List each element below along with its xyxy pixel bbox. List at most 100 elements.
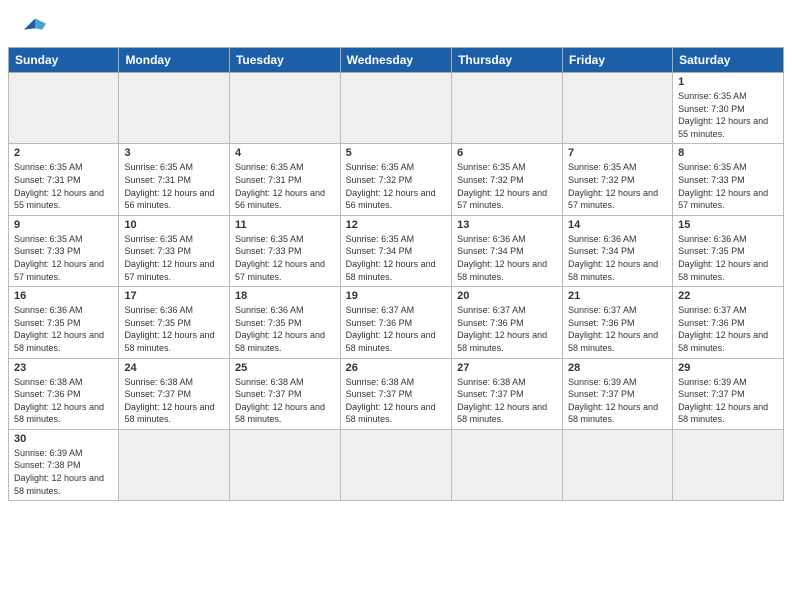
calendar-day: 1 Sunrise: 6:35 AMSunset: 7:30 PMDaylight… xyxy=(673,73,784,144)
calendar-day xyxy=(563,429,673,500)
calendar-day: 19 Sunrise: 6:37 AMSunset: 7:36 PMDayligh… xyxy=(340,287,451,358)
day-number: 1 xyxy=(678,76,778,88)
calendar-wrapper: SundayMondayTuesdayWednesdayThursdayFrid… xyxy=(0,47,792,509)
calendar-week-row: 2 Sunrise: 6:35 AMSunset: 7:31 PMDaylight… xyxy=(9,144,784,215)
day-number: 10 xyxy=(124,219,224,231)
day-number: 9 xyxy=(14,219,113,231)
day-detail: Sunrise: 6:39 AMSunset: 7:37 PMDaylight:… xyxy=(568,376,667,426)
calendar-day: 27 Sunrise: 6:38 AMSunset: 7:37 PMDayligh… xyxy=(452,358,563,429)
day-number: 4 xyxy=(235,147,335,159)
calendar-day: 28 Sunrise: 6:39 AMSunset: 7:37 PMDayligh… xyxy=(563,358,673,429)
calendar-day xyxy=(673,429,784,500)
calendar-day: 13 Sunrise: 6:36 AMSunset: 7:34 PMDayligh… xyxy=(452,215,563,286)
day-number: 12 xyxy=(346,219,446,231)
day-detail: Sunrise: 6:39 AMSunset: 7:37 PMDaylight:… xyxy=(678,376,778,426)
day-detail: Sunrise: 6:35 AMSunset: 7:33 PMDaylight:… xyxy=(14,233,113,283)
day-detail: Sunrise: 6:37 AMSunset: 7:36 PMDaylight:… xyxy=(457,304,557,354)
calendar-day: 23Sunrise: 6:38 AMSunset: 7:36 PMDayligh… xyxy=(9,358,119,429)
calendar-day: 30 Sunrise: 6:39 AMSunset: 7:38 PMDayligh… xyxy=(9,429,119,500)
day-detail: Sunrise: 6:35 AMSunset: 7:34 PMDaylight:… xyxy=(346,233,446,283)
calendar-day: 16 Sunrise: 6:36 AMSunset: 7:35 PMDayligh… xyxy=(9,287,119,358)
column-header-friday: Friday xyxy=(563,48,673,73)
calendar-day xyxy=(452,73,563,144)
day-detail: Sunrise: 6:35 AMSunset: 7:31 PMDaylight:… xyxy=(14,161,113,211)
calendar-day xyxy=(119,73,230,144)
day-detail: Sunrise: 6:35 AMSunset: 7:30 PMDaylight:… xyxy=(678,90,778,140)
calendar-day: 9 Sunrise: 6:35 AMSunset: 7:33 PMDaylight… xyxy=(9,215,119,286)
day-detail: Sunrise: 6:35 AMSunset: 7:33 PMDaylight:… xyxy=(124,233,224,283)
day-detail: Sunrise: 6:36 AMSunset: 7:34 PMDaylight:… xyxy=(568,233,667,283)
logo xyxy=(20,15,54,37)
day-number: 17 xyxy=(124,290,224,302)
day-detail: Sunrise: 6:35 AMSunset: 7:32 PMDaylight:… xyxy=(346,161,446,211)
day-number: 3 xyxy=(124,147,224,159)
day-detail: Sunrise: 6:38 AMSunset: 7:37 PMDaylight:… xyxy=(124,376,224,426)
day-number: 7 xyxy=(568,147,667,159)
column-header-monday: Monday xyxy=(119,48,230,73)
calendar-day: 20Sunrise: 6:37 AMSunset: 7:36 PMDayligh… xyxy=(452,287,563,358)
calendar-day xyxy=(229,73,340,144)
day-number: 21 xyxy=(568,290,667,302)
day-detail: Sunrise: 6:38 AMSunset: 7:36 PMDaylight:… xyxy=(14,376,113,426)
day-number: 19 xyxy=(346,290,446,302)
day-number: 6 xyxy=(457,147,557,159)
day-number: 2 xyxy=(14,147,113,159)
calendar-day xyxy=(563,73,673,144)
day-detail: Sunrise: 6:38 AMSunset: 7:37 PMDaylight:… xyxy=(457,376,557,426)
calendar-day xyxy=(9,73,119,144)
day-number: 16 xyxy=(14,290,113,302)
day-number: 15 xyxy=(678,219,778,231)
day-number: 28 xyxy=(568,362,667,374)
day-number: 22 xyxy=(678,290,778,302)
day-detail: Sunrise: 6:37 AMSunset: 7:36 PMDaylight:… xyxy=(568,304,667,354)
calendar-day: 24 Sunrise: 6:38 AMSunset: 7:37 PMDayligh… xyxy=(119,358,230,429)
calendar-week-row: 23Sunrise: 6:38 AMSunset: 7:36 PMDayligh… xyxy=(9,358,784,429)
day-detail: Sunrise: 6:35 AMSunset: 7:31 PMDaylight:… xyxy=(124,161,224,211)
calendar-day xyxy=(119,429,230,500)
day-detail: Sunrise: 6:36 AMSunset: 7:35 PMDaylight:… xyxy=(14,304,113,354)
day-number: 8 xyxy=(678,147,778,159)
day-detail: Sunrise: 6:38 AMSunset: 7:37 PMDaylight:… xyxy=(346,376,446,426)
column-header-wednesday: Wednesday xyxy=(340,48,451,73)
calendar-day xyxy=(229,429,340,500)
column-header-sunday: Sunday xyxy=(9,48,119,73)
calendar-day: 3 Sunrise: 6:35 AMSunset: 7:31 PMDaylight… xyxy=(119,144,230,215)
day-detail: Sunrise: 6:35 AMSunset: 7:32 PMDaylight:… xyxy=(568,161,667,211)
day-number: 27 xyxy=(457,362,557,374)
calendar-day: 15 Sunrise: 6:36 AMSunset: 7:35 PMDayligh… xyxy=(673,215,784,286)
column-header-tuesday: Tuesday xyxy=(229,48,340,73)
day-detail: Sunrise: 6:35 AMSunset: 7:33 PMDaylight:… xyxy=(235,233,335,283)
day-detail: Sunrise: 6:36 AMSunset: 7:35 PMDaylight:… xyxy=(678,233,778,283)
day-detail: Sunrise: 6:37 AMSunset: 7:36 PMDaylight:… xyxy=(346,304,446,354)
day-number: 5 xyxy=(346,147,446,159)
calendar-day xyxy=(340,73,451,144)
day-number: 13 xyxy=(457,219,557,231)
calendar-day: 12 Sunrise: 6:35 AMSunset: 7:34 PMDayligh… xyxy=(340,215,451,286)
calendar-week-row: 1 Sunrise: 6:35 AMSunset: 7:30 PMDaylight… xyxy=(9,73,784,144)
calendar-day: 22 Sunrise: 6:37 AMSunset: 7:36 PMDayligh… xyxy=(673,287,784,358)
calendar-day: 29Sunrise: 6:39 AMSunset: 7:37 PMDayligh… xyxy=(673,358,784,429)
day-number: 11 xyxy=(235,219,335,231)
day-number: 30 xyxy=(14,433,113,445)
day-detail: Sunrise: 6:36 AMSunset: 7:34 PMDaylight:… xyxy=(457,233,557,283)
day-number: 18 xyxy=(235,290,335,302)
day-number: 24 xyxy=(124,362,224,374)
day-number: 26 xyxy=(346,362,446,374)
day-number: 14 xyxy=(568,219,667,231)
calendar-day: 25Sunrise: 6:38 AMSunset: 7:37 PMDayligh… xyxy=(229,358,340,429)
calendar-day: 2 Sunrise: 6:35 AMSunset: 7:31 PMDaylight… xyxy=(9,144,119,215)
day-detail: Sunrise: 6:36 AMSunset: 7:35 PMDaylight:… xyxy=(235,304,335,354)
day-detail: Sunrise: 6:37 AMSunset: 7:36 PMDaylight:… xyxy=(678,304,778,354)
calendar-day: 18 Sunrise: 6:36 AMSunset: 7:35 PMDayligh… xyxy=(229,287,340,358)
calendar-week-row: 9 Sunrise: 6:35 AMSunset: 7:33 PMDaylight… xyxy=(9,215,784,286)
calendar-day: 6 Sunrise: 6:35 AMSunset: 7:32 PMDaylight… xyxy=(452,144,563,215)
calendar-day xyxy=(452,429,563,500)
calendar-day: 10 Sunrise: 6:35 AMSunset: 7:33 PMDayligh… xyxy=(119,215,230,286)
calendar-day: 5 Sunrise: 6:35 AMSunset: 7:32 PMDaylight… xyxy=(340,144,451,215)
calendar-day: 11 Sunrise: 6:35 AMSunset: 7:33 PMDayligh… xyxy=(229,215,340,286)
calendar-table: SundayMondayTuesdayWednesdayThursdayFrid… xyxy=(8,47,784,501)
day-detail: Sunrise: 6:39 AMSunset: 7:38 PMDaylight:… xyxy=(14,447,113,497)
day-detail: Sunrise: 6:35 AMSunset: 7:32 PMDaylight:… xyxy=(457,161,557,211)
column-header-thursday: Thursday xyxy=(452,48,563,73)
calendar-day: 7 Sunrise: 6:35 AMSunset: 7:32 PMDaylight… xyxy=(563,144,673,215)
